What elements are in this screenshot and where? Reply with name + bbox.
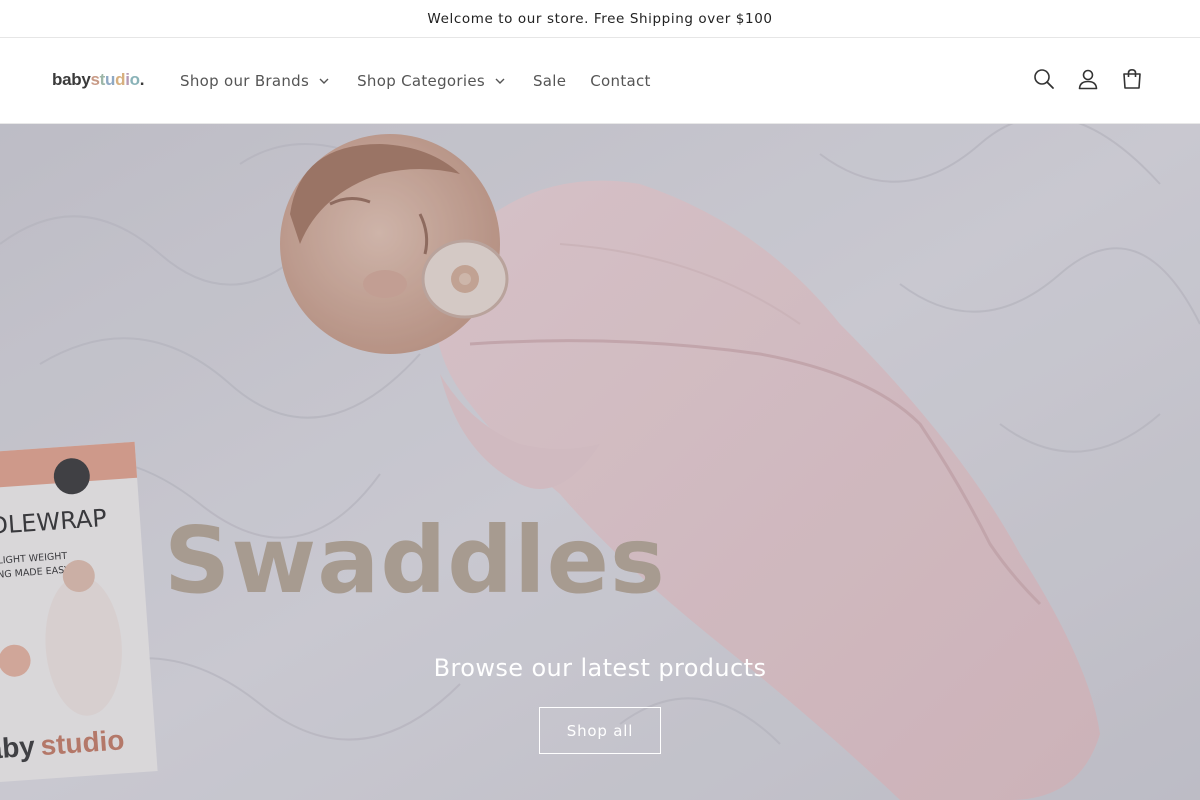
- hero-banner: DDLEWRAP AND LIGHT WEIGHT DDLING MADE EA…: [0, 124, 1200, 800]
- store-logo[interactable]: baby s t u d i o .: [52, 67, 145, 93]
- main-nav: Shop our Brands Shop Categories Sale Con…: [180, 69, 651, 93]
- announcement-bar: Welcome to our store. Free Shipping over…: [0, 0, 1200, 38]
- nav-contact[interactable]: Contact: [590, 69, 650, 93]
- hero-subheading: Browse our latest products: [433, 654, 767, 682]
- logo-letter: d: [115, 70, 126, 89]
- nav-sale[interactable]: Sale: [533, 69, 566, 93]
- hero-headline: Swaddles: [164, 507, 666, 614]
- hero-overlay: [0, 124, 1200, 800]
- logo-letter: s: [90, 70, 100, 89]
- logo-letter: u: [105, 70, 116, 89]
- announcement-text: Welcome to our store. Free Shipping over…: [427, 10, 773, 27]
- account-icon[interactable]: [1076, 67, 1100, 91]
- header-actions: [1012, 67, 1144, 91]
- logo-text-baby: baby: [52, 70, 91, 89]
- nav-shop-brands-label: Shop our Brands: [180, 72, 310, 90]
- cart-icon[interactable]: [1120, 67, 1144, 91]
- nav-shop-categories-label: Shop Categories: [357, 72, 485, 90]
- nav-sale-label: Sale: [532, 72, 567, 90]
- nav-shop-brands[interactable]: Shop our Brands: [180, 69, 329, 93]
- chevron-down-icon: [495, 76, 505, 86]
- logo-dot: .: [139, 70, 145, 89]
- nav-shop-categories[interactable]: Shop Categories: [357, 69, 505, 93]
- chevron-down-icon: [319, 76, 329, 86]
- logo-letter: o: [129, 70, 140, 89]
- nav-contact-label: Contact: [590, 72, 651, 90]
- search-icon[interactable]: [1032, 67, 1056, 91]
- site-header: baby s t u d i o . Shop our Brands Shop …: [0, 39, 1200, 124]
- shop-all-button[interactable]: Shop all: [539, 707, 661, 754]
